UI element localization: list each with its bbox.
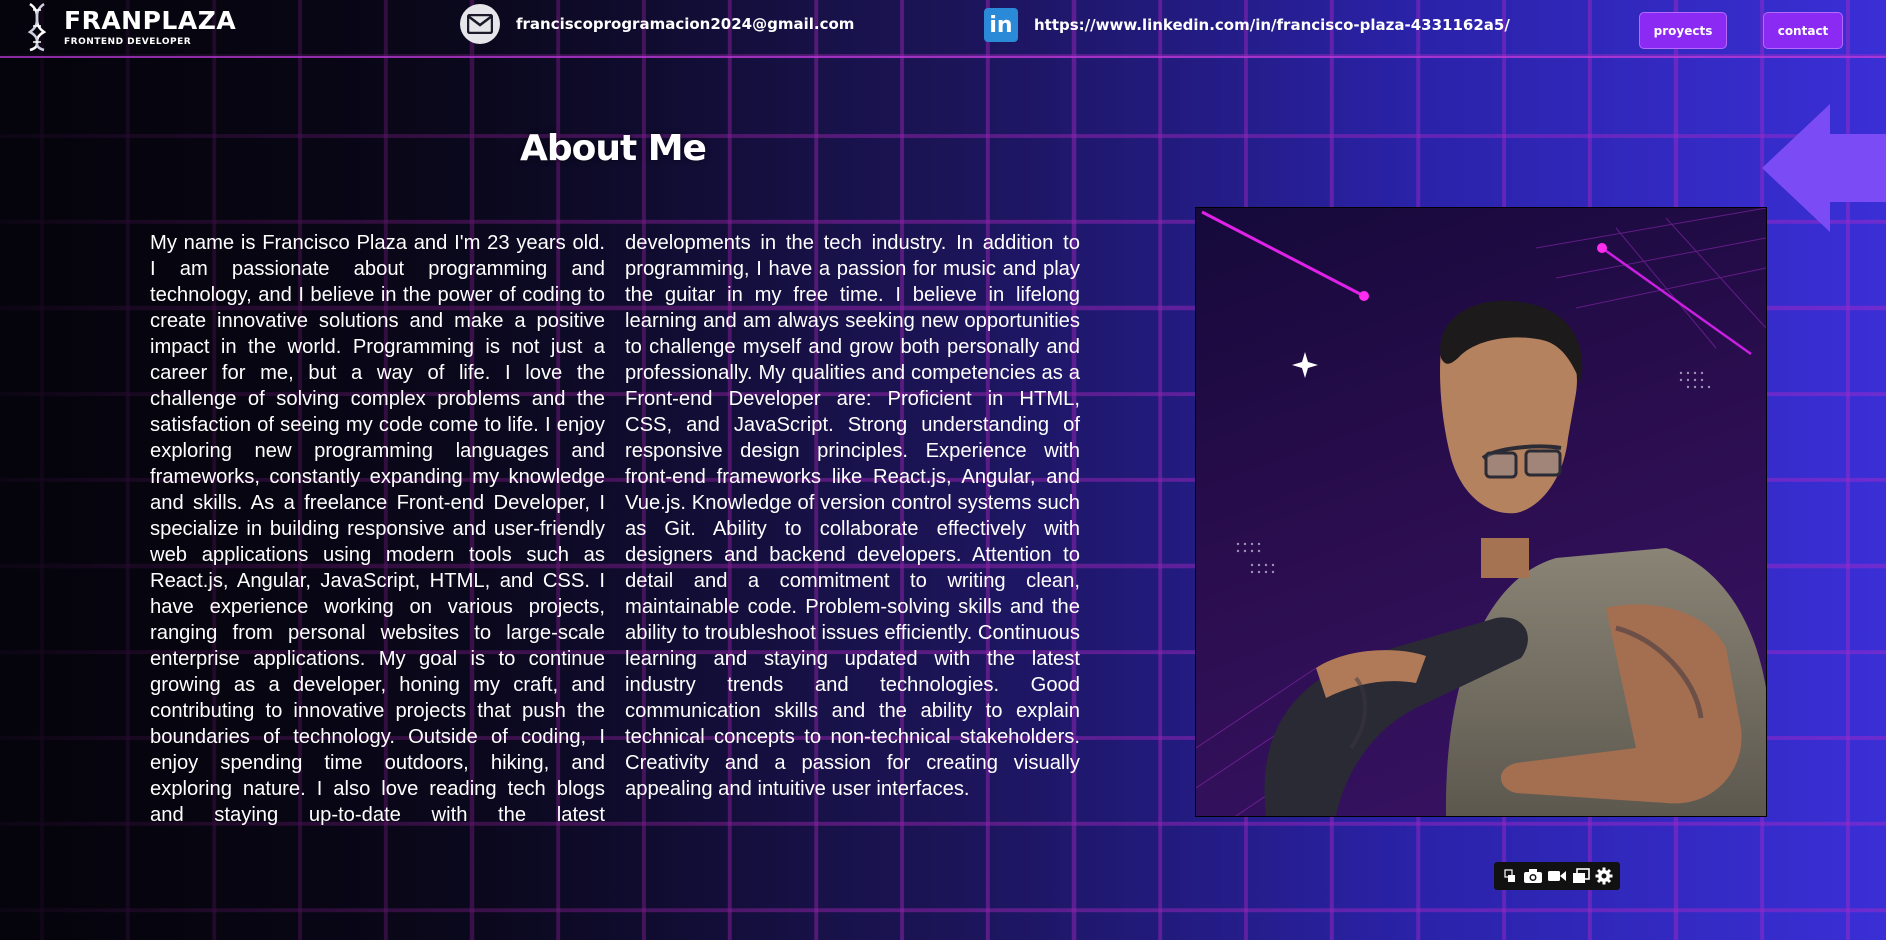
media-toolbar (1494, 862, 1620, 890)
dna-icon (27, 2, 47, 52)
logo[interactable]: FRANPLAZA FRONTEND DEVELOPER (26, 2, 236, 52)
linkedin-contact[interactable]: in https://www.linkedin.com/in/francisco… (984, 8, 1510, 42)
window-icon[interactable] (1570, 866, 1592, 886)
linkedin-text[interactable]: https://www.linkedin.com/in/francisco-pl… (1034, 16, 1510, 34)
gear-icon[interactable] (1593, 866, 1615, 886)
translate-icon[interactable] (1499, 866, 1521, 886)
mail-icon (460, 4, 500, 44)
video-icon[interactable] (1546, 866, 1568, 886)
about-text: My name is Francisco Plaza and I'm 23 ye… (150, 232, 1080, 826)
page-title: About Me (520, 128, 707, 169)
email-text[interactable]: franciscoprogramacion2024@gmail.com (516, 15, 854, 33)
contact-button[interactable]: contact (1763, 12, 1843, 49)
arrow-left-icon (1762, 104, 1886, 232)
brand-role: FRONTEND DEVELOPER (64, 37, 192, 47)
projects-button[interactable]: proyects (1639, 12, 1727, 49)
email-contact[interactable]: franciscoprogramacion2024@gmail.com (460, 4, 854, 44)
camera-icon[interactable] (1522, 866, 1544, 886)
profile-photo (1195, 207, 1767, 817)
brand-name: FRANPLAZA (64, 6, 237, 35)
top-header: FRANPLAZA FRONTEND DEVELOPER franciscopr… (0, 0, 1886, 58)
linkedin-icon: in (984, 8, 1018, 42)
